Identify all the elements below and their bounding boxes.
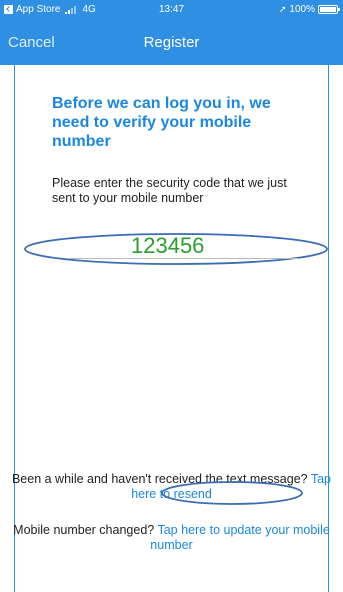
- status-bar: App Store 4G 13:47 ➚ 100%: [0, 0, 343, 20]
- update-number-link[interactable]: Tap here to update your mobile number: [150, 523, 330, 552]
- nav-title: Register: [143, 34, 200, 51]
- resend-annotation-ellipse: [161, 481, 303, 505]
- number-changed-prompt: Mobile number changed? Tap here to updat…: [0, 523, 343, 553]
- changed-prefix: Mobile number changed?: [13, 523, 155, 537]
- battery-label: 100%: [289, 4, 315, 15]
- frame-right-border: [328, 65, 329, 592]
- security-code-input[interactable]: [68, 233, 298, 259]
- location-icon: ➚: [278, 4, 287, 14]
- security-code-area: [23, 229, 329, 269]
- instruction-text: Please enter the security code that we j…: [52, 176, 287, 205]
- navigation-bar: Cancel Register: [0, 20, 343, 65]
- battery-icon: [318, 5, 340, 14]
- frame-left-border: [14, 65, 15, 592]
- status-right: ➚ 100%: [278, 4, 340, 15]
- page-heading: Before we can log you in, we need to ver…: [52, 95, 271, 150]
